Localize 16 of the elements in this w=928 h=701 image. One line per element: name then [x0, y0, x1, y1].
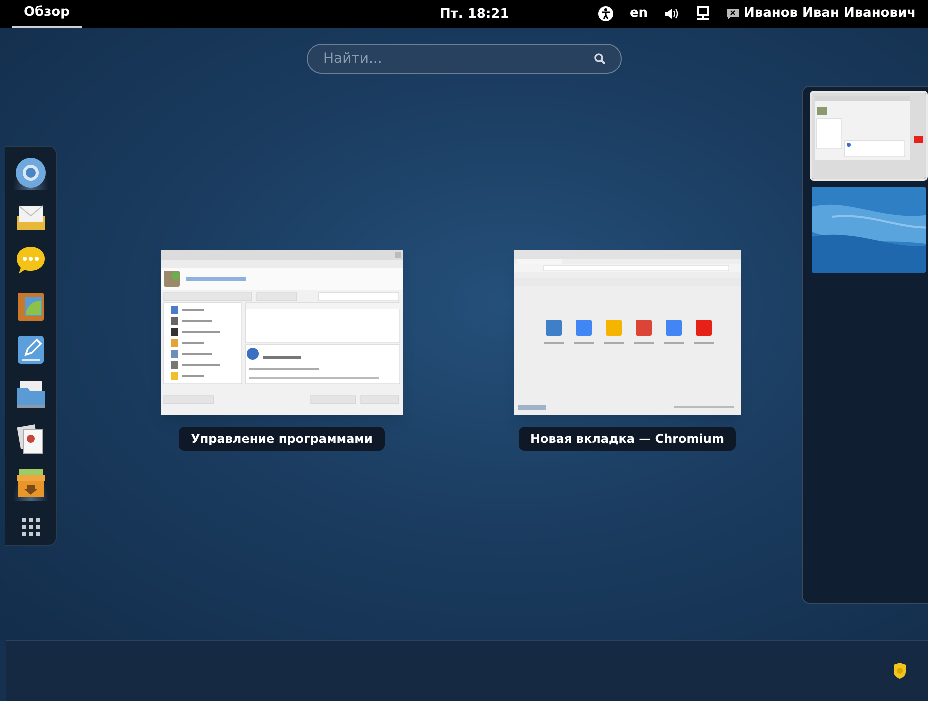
window-title: Новая вкладка — Chromium — [518, 427, 736, 451]
window-title: Управление программами — [179, 427, 385, 451]
accessibility-icon[interactable] — [598, 6, 614, 22]
clock[interactable]: Пт. 18:21 — [440, 5, 510, 24]
keyboard-layout[interactable]: en — [630, 4, 648, 24]
user-name[interactable]: Иванов Иван Иванович — [744, 4, 916, 24]
search-field[interactable]: Найти... — [306, 44, 622, 74]
window-thumbnail-drawing[interactable] — [161, 250, 403, 415]
chat-status-icon[interactable] — [726, 8, 740, 20]
search-icon — [594, 53, 606, 65]
window-thumbnail-drawing[interactable] — [514, 250, 741, 415]
shield-badge-icon[interactable] — [892, 662, 908, 680]
app-grid-icon — [20, 517, 40, 538]
globe-icon — [14, 156, 48, 190]
network-icon[interactable] — [696, 6, 710, 22]
volume-icon[interactable] — [664, 7, 680, 21]
